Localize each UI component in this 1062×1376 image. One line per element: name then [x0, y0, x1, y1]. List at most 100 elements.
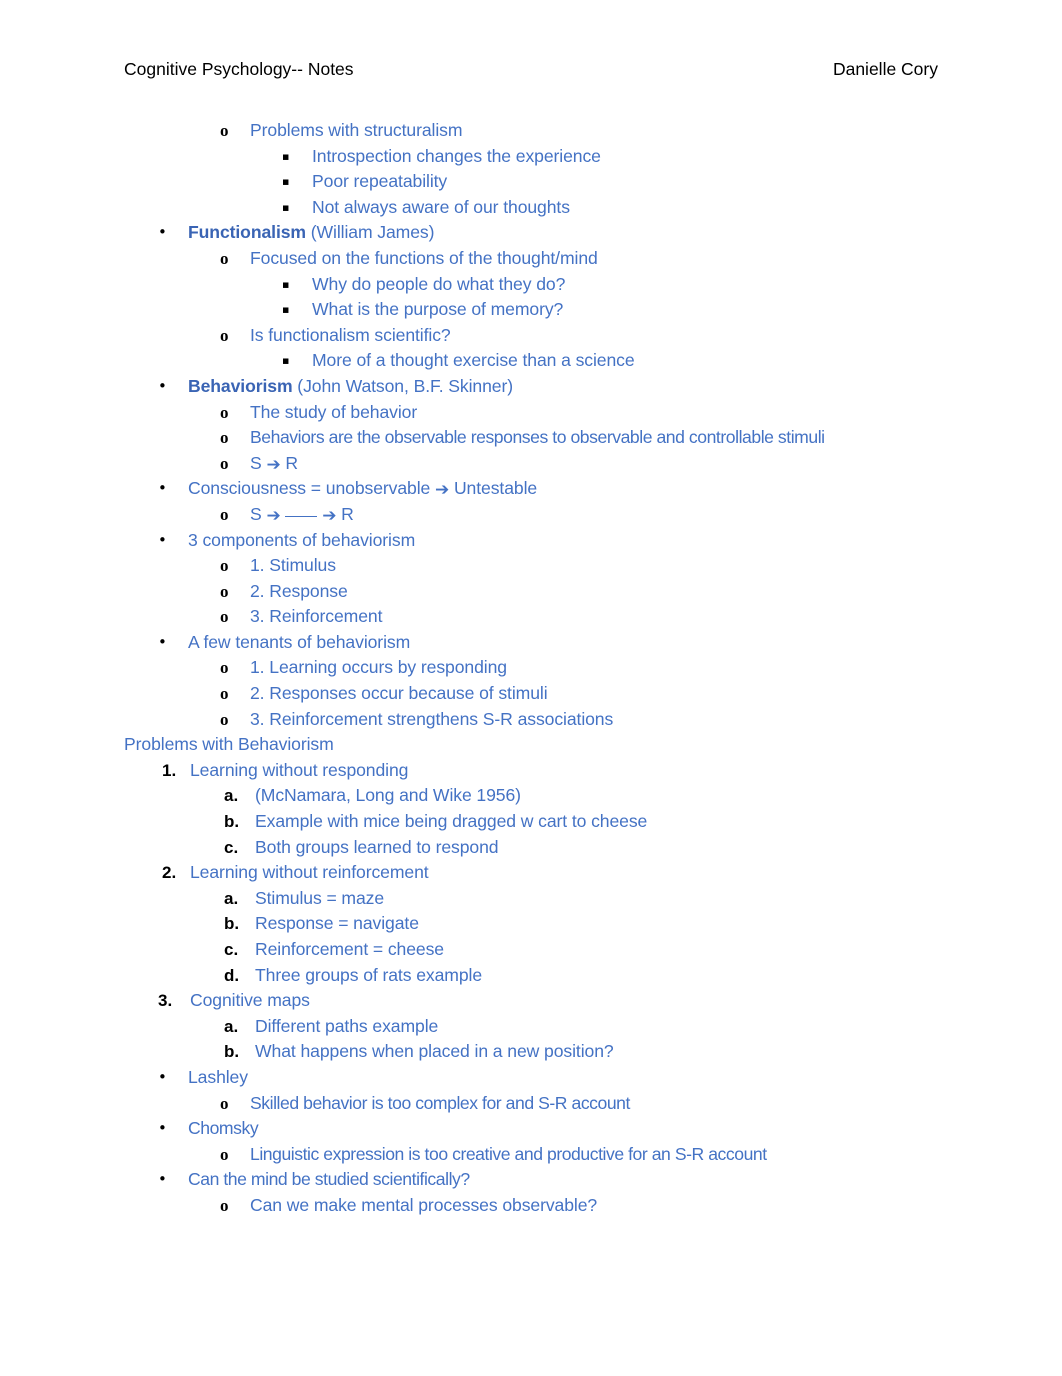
stimulus-label: S: [250, 452, 262, 473]
list-item: o Can we make mental processes observabl…: [0, 1193, 1062, 1219]
outline-text: Response = navigate: [255, 913, 419, 934]
outline-text-rest: (John Watson, B.F. Skinner): [292, 375, 513, 396]
list-letter-icon: d.: [224, 965, 240, 985]
round-bullet-icon: •: [158, 530, 167, 549]
outline-text: (McNamara, Long and Wike 1956): [255, 785, 521, 806]
round-bullet-icon: •: [158, 376, 167, 395]
round-bullet-icon: •: [158, 479, 167, 498]
square-bullet-icon: ▪: [282, 303, 290, 317]
list-item: o 3. Reinforcement: [0, 604, 1062, 630]
list-item: • Lashley: [0, 1065, 1062, 1091]
list-item: d. Three groups of rats example: [0, 963, 1062, 989]
list-item: • Chomsky: [0, 1116, 1062, 1142]
list-number-icon: 1.: [162, 760, 177, 780]
list-item: • Consciousness = unobservable ➔ Untesta…: [0, 476, 1062, 502]
circle-bullet-icon: o: [220, 248, 229, 268]
outline-text: 3. Reinforcement: [250, 606, 383, 627]
square-bullet-icon: ▪: [282, 149, 290, 163]
document-header: Cognitive Psychology-- Notes Danielle Co…: [124, 58, 940, 82]
outline-text: 3. Reinforcement strengthens S-R associa…: [250, 708, 614, 729]
arrow-right-icon: ➔: [266, 505, 281, 526]
list-item: ▪ Why do people do what they do?: [0, 272, 1062, 298]
circle-bullet-icon: o: [220, 684, 229, 704]
outline-text: Behaviors are the observable responses t…: [250, 427, 825, 448]
circle-bullet-icon: o: [220, 121, 229, 140]
outline-text: Consciousness = unobservable ➔ Untestabl…: [188, 476, 537, 503]
outline-text: Chomsky: [188, 1118, 259, 1139]
round-bullet-icon: •: [158, 1119, 167, 1138]
outline-text-emphasis: Behaviorism: [188, 375, 293, 396]
list-item: o The study of behavior: [0, 400, 1062, 426]
list-item: • Can the mind be studied scientifically…: [0, 1167, 1062, 1193]
list-letter-icon: b.: [224, 812, 240, 832]
list-item: o Skilled behavior is too complex for an…: [0, 1091, 1062, 1117]
outline-text: Behaviorism (John Watson, B.F. Skinner): [188, 374, 513, 400]
outline-text: More of a thought exercise than a scienc…: [312, 350, 635, 371]
circle-bullet-icon: o: [220, 1093, 229, 1113]
list-item: 2. Learning without reinforcement: [0, 860, 1062, 886]
outline-text: Functionalism (William James): [188, 220, 434, 246]
response-label: R: [285, 452, 298, 473]
list-item: b. Example with mice being dragged w car…: [0, 809, 1062, 835]
list-item: o 1. Stimulus: [0, 553, 1062, 579]
list-item: o 2. Response: [0, 579, 1062, 605]
arrow-right-icon: ➔: [266, 454, 281, 475]
circle-bullet-icon: o: [220, 428, 229, 448]
circle-bullet-icon: o: [220, 453, 229, 473]
circle-bullet-icon: o: [220, 1144, 229, 1164]
list-item: ▪ Poor repeatability: [0, 169, 1062, 195]
outline-text: Three groups of rats example: [255, 964, 483, 985]
outline-text: Problems with structuralism: [250, 120, 463, 140]
list-item: ▪ More of a thought exercise than a scie…: [0, 348, 1062, 374]
round-bullet-icon: •: [158, 223, 167, 242]
outline-text: Can the mind be studied scientifically?: [188, 1169, 470, 1190]
outline-text: What happens when placed in a new positi…: [255, 1041, 614, 1062]
list-letter-icon: c.: [224, 837, 239, 857]
circle-bullet-icon: o: [220, 556, 229, 576]
list-item: b. Response = navigate: [0, 911, 1062, 937]
circle-bullet-icon: o: [220, 607, 229, 627]
list-item: o Behaviors are the observable responses…: [0, 425, 1062, 451]
outline-text: Different paths example: [255, 1015, 439, 1036]
square-bullet-icon: ▪: [282, 175, 290, 189]
list-item: • A few tenants of behaviorism: [0, 630, 1062, 656]
circle-bullet-icon: o: [220, 709, 229, 729]
outline-text: 1. Learning occurs by responding: [250, 657, 507, 678]
circle-bullet-icon: o: [220, 581, 229, 601]
list-item: • Functionalism (William James): [0, 220, 1062, 246]
outline-text: Can we make mental processes observable?: [250, 1194, 598, 1215]
list-item: ▪ Introspection changes the experience: [0, 144, 1062, 170]
list-item: ▪ What is the purpose of memory?: [0, 297, 1062, 323]
list-item: o Linguistic expression is too creative …: [0, 1142, 1062, 1168]
list-item: • Behaviorism (John Watson, B.F. Skinner…: [0, 374, 1062, 400]
list-item: o 2. Responses occur because of stimuli: [0, 681, 1062, 707]
outline-text: 1. Stimulus: [250, 555, 336, 576]
list-item: o S ➔ ➔ R: [0, 502, 1062, 528]
square-bullet-icon: ▪: [282, 200, 290, 214]
circle-bullet-icon: o: [220, 504, 229, 524]
outline-text: S ➔ ➔ R: [250, 502, 354, 529]
list-item: o 3. Reinforcement strengthens S-R assoc…: [0, 707, 1062, 733]
document-page: Cognitive Psychology-- Notes Danielle Co…: [0, 0, 1062, 1376]
outline-text: Cognitive maps: [190, 990, 310, 1011]
outline-text: A few tenants of behaviorism: [188, 631, 411, 652]
outline-text: Both groups learned to respond: [255, 836, 499, 857]
outline-text-rest: (William James): [305, 222, 435, 243]
header-title-left: Cognitive Psychology-- Notes: [124, 59, 354, 79]
list-item: • 3 components of behaviorism: [0, 528, 1062, 554]
list-letter-icon: b.: [224, 914, 240, 934]
circle-bullet-icon: o: [220, 402, 229, 422]
list-item: c. Both groups learned to respond: [0, 835, 1062, 861]
list-item: b. What happens when placed in a new pos…: [0, 1039, 1062, 1065]
outline-text: Example with mice being dragged w cart t…: [255, 811, 648, 832]
outline-text-post: Untestable: [453, 478, 538, 499]
outline-text: S ➔ R: [250, 451, 298, 478]
list-letter-icon: a.: [224, 1016, 239, 1036]
outline-text: 2. Responses occur because of stimuli: [250, 683, 548, 704]
section-heading: Problems with Behaviorism: [0, 732, 1062, 758]
outline-text: Learning without reinforcement: [190, 862, 429, 883]
outline-text: Is functionalism scientific?: [250, 324, 451, 345]
list-letter-icon: a.: [224, 786, 239, 806]
list-item: a. Stimulus = maze: [0, 886, 1062, 912]
notes-outline: o Problems with structuralism ▪ Introspe…: [0, 118, 1062, 1219]
